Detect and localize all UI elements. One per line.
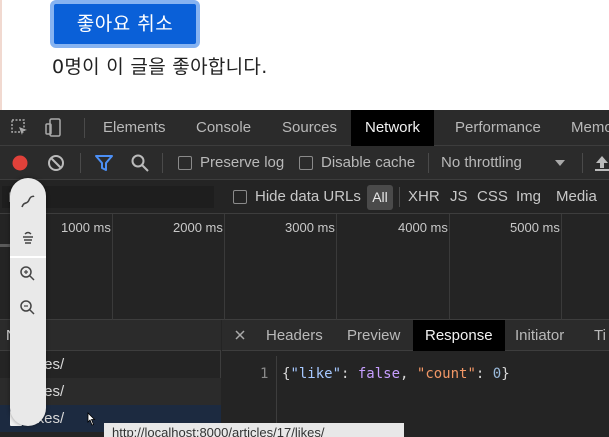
line-number: 1	[260, 366, 269, 382]
record-icon[interactable]	[10, 153, 30, 173]
tab-console[interactable]: Console	[196, 110, 251, 146]
toolbar-divider	[582, 153, 583, 173]
zoom-in-icon[interactable]	[18, 264, 38, 284]
filter-divider	[399, 187, 400, 207]
filter-type-js[interactable]: JS	[450, 180, 468, 214]
json-key: "like"	[290, 366, 342, 382]
json-colon: :	[475, 366, 493, 382]
preserve-log-label[interactable]: Preserve log	[200, 146, 284, 180]
json-number: 0	[492, 366, 502, 382]
timeline-tick-label: 4000 ms	[398, 220, 448, 235]
inspect-element-icon[interactable]	[10, 118, 30, 138]
eraser-icon[interactable]	[18, 228, 38, 248]
toolbar-divider	[80, 153, 81, 173]
filter-icon[interactable]	[94, 153, 114, 173]
timeline-gridline	[561, 214, 562, 320]
filter-type-xhr[interactable]: XHR	[408, 180, 440, 214]
tab-elements[interactable]: Elements	[103, 110, 166, 146]
filter-type-css[interactable]: CSS	[477, 180, 508, 214]
tab-preview[interactable]: Preview	[347, 320, 400, 351]
floating-annotation-toolbar	[10, 178, 46, 426]
json-colon: :	[341, 366, 358, 382]
filter-bar: Hide data URLs All XHR JS CSS Img Media	[0, 180, 609, 214]
chevron-down-icon[interactable]	[550, 153, 570, 173]
url-tooltip: http://localhost:8000/articles/17/likes/	[104, 423, 404, 437]
tab-timing[interactable]: Ti	[594, 320, 606, 351]
devtools-panel: Elements Console Sources Network Perform…	[0, 110, 609, 437]
tab-network[interactable]: Network	[351, 110, 435, 146]
request-detail-pane: Headers Preview Response Initiator Ti 1 …	[222, 320, 609, 437]
device-toolbar-icon[interactable]	[44, 118, 64, 138]
json-boolean: false	[357, 366, 401, 382]
toolbar-divider	[10, 256, 46, 258]
timeline-tick-label: 3000 ms	[285, 220, 335, 235]
network-toolbar: Preserve log Disable cache No throttling	[0, 146, 609, 180]
pen-icon[interactable]	[18, 192, 38, 212]
timeline-gridline	[112, 214, 113, 320]
timeline-overview[interactable]: 1000 ms 2000 ms 3000 ms 4000 ms 5000 ms	[0, 214, 609, 320]
detail-tabbar: Headers Preview Response Initiator Ti	[222, 320, 609, 351]
filter-type-img[interactable]: Img	[516, 180, 541, 214]
devtools-tabbar: Elements Console Sources Network Perform…	[0, 110, 609, 146]
response-json: {"like": false, "count": 0}	[282, 366, 510, 382]
json-brace: }	[501, 366, 510, 382]
filter-type-media[interactable]: Media	[556, 180, 597, 214]
json-comma: ,	[400, 366, 417, 382]
tab-headers[interactable]: Headers	[266, 320, 323, 351]
web-page: 좋아요 취소 0명이 이 글을 좋아합니다.	[0, 0, 609, 110]
search-icon[interactable]	[130, 153, 150, 173]
toolbar-divider	[428, 153, 429, 173]
tab-memory[interactable]: Memo	[571, 110, 609, 146]
hide-data-urls-checkbox[interactable]	[233, 190, 247, 204]
preserve-log-checkbox[interactable]	[178, 156, 192, 170]
unlike-button[interactable]: 좋아요 취소	[50, 0, 200, 48]
mouse-cursor-icon	[87, 412, 96, 426]
timeline-gridline	[449, 214, 450, 320]
timeline-tick-label: 1000 ms	[61, 220, 111, 235]
throttling-select[interactable]: No throttling	[441, 146, 522, 180]
like-count-text: 0명이 이 글을 좋아합니다.	[52, 56, 268, 78]
close-icon[interactable]	[234, 329, 246, 341]
timeline-tick-label: 2000 ms	[173, 220, 223, 235]
disable-cache-label[interactable]: Disable cache	[321, 146, 415, 180]
hide-data-urls-label[interactable]: Hide data URLs	[255, 180, 361, 214]
upload-icon[interactable]	[592, 153, 609, 173]
timeline-tick-label: 5000 ms	[510, 220, 560, 235]
tab-initiator[interactable]: Initiator	[515, 320, 564, 351]
disable-cache-checkbox[interactable]	[299, 156, 313, 170]
timeline-gridline	[336, 214, 337, 320]
toolbar-divider	[162, 153, 163, 173]
tab-sources[interactable]: Sources	[282, 110, 337, 146]
timeline-gridline	[224, 214, 225, 320]
tabbar-divider	[84, 118, 85, 138]
tab-performance[interactable]: Performance	[455, 110, 541, 146]
filter-type-all[interactable]: All	[367, 185, 393, 210]
clear-icon[interactable]	[46, 153, 66, 173]
tab-response[interactable]: Response	[413, 320, 505, 351]
zoom-out-icon[interactable]	[18, 298, 38, 318]
json-key: "count"	[416, 366, 476, 382]
